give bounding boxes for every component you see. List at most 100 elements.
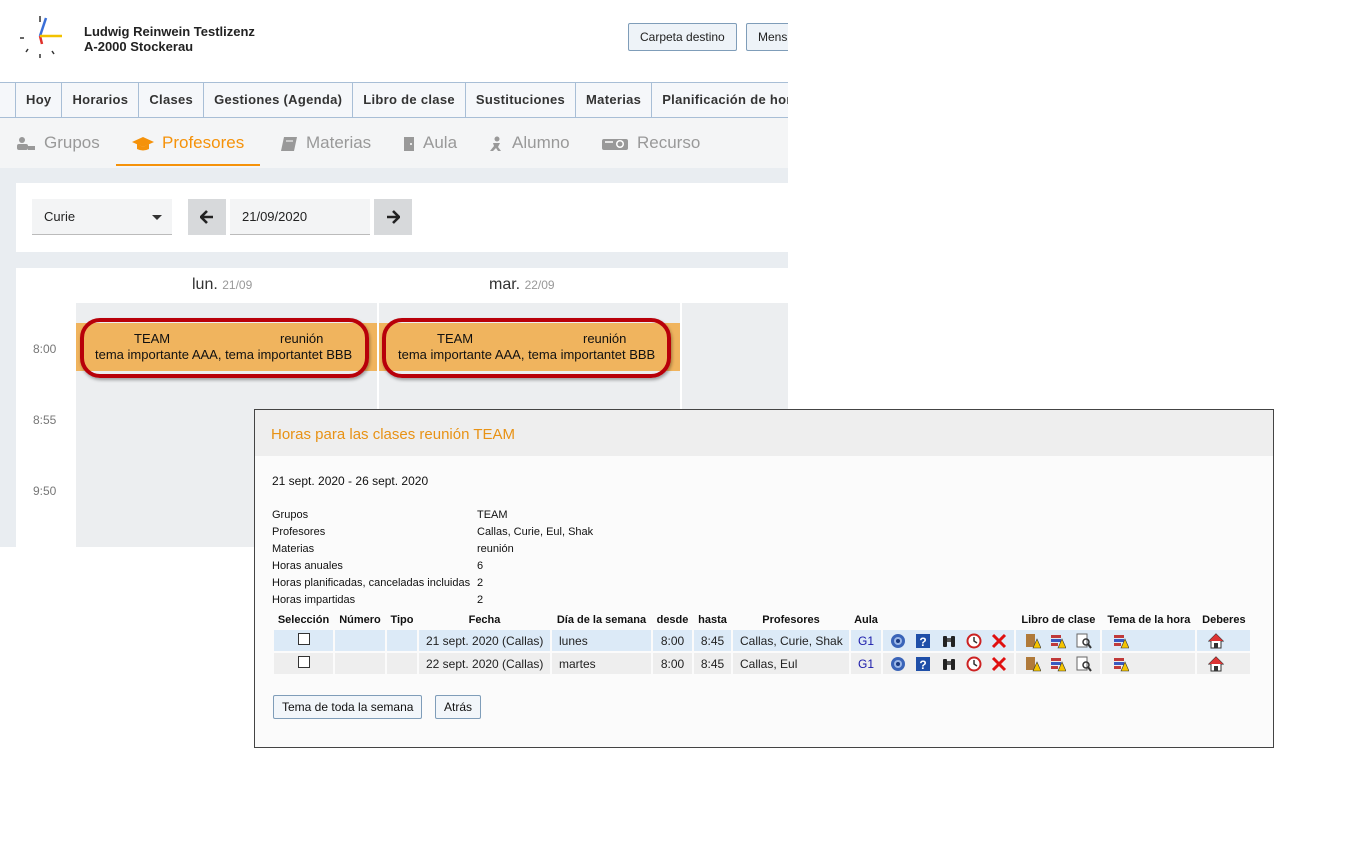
tab-recurso[interactable]: Recurso <box>601 118 700 166</box>
menu-item-planificacion[interactable]: Planificación de hor <box>652 83 788 117</box>
selection-checkbox[interactable] <box>297 633 310 645</box>
week-topic-button[interactable]: Tema de toda la semana <box>273 695 423 719</box>
hour-label: 8:00 <box>33 342 57 356</box>
day-name: lun. <box>192 276 218 293</box>
day-header-monday: lun. 21/09 <box>192 276 252 294</box>
org-address: A-2000 Stockerau <box>84 39 194 54</box>
tab-materias[interactable]: Materias <box>280 118 371 166</box>
history-clock-icon[interactable] <box>966 633 982 649</box>
column-header: Libro de clase <box>1021 614 1096 626</box>
from-cell: 8:00 <box>653 653 692 674</box>
delete-icon[interactable] <box>991 656 1007 672</box>
menu-item-horarios[interactable]: Horarios <box>62 83 140 117</box>
day-header-tuesday: mar. 22/09 <box>489 276 555 294</box>
history-clock-icon[interactable] <box>966 656 982 672</box>
homework-cell <box>1197 653 1251 674</box>
info-label: Horas anuales <box>272 560 343 572</box>
from-cell: 8:00 <box>653 630 692 651</box>
teachers-cell: Callas, Curie, Shak <box>733 630 849 651</box>
main-menu: Hoy Horarios Clases Gestiones (Agenda) Libro… <box>0 82 788 118</box>
tab-aula[interactable]: Aula <box>403 118 457 166</box>
arrow-left-icon <box>200 210 213 224</box>
info-value: reunión <box>477 543 514 555</box>
menu-item-hoy[interactable]: Hoy <box>16 83 63 117</box>
highlight-annotation <box>382 318 671 378</box>
info-label: Horas impartidas <box>272 594 356 606</box>
tab-profesores[interactable]: Profesores <box>116 118 261 166</box>
teacher-select[interactable]: Curie <box>32 199 172 235</box>
teacher-select-value: Curie <box>44 209 76 224</box>
dialog-title: Horas para las clases reunión TEAM <box>271 426 515 443</box>
hours-table: Selección Número Tipo Fecha Día de la se… <box>272 610 1252 676</box>
teachers-cell: Callas, Eul <box>733 653 849 674</box>
school-logo-icon <box>20 16 62 58</box>
previous-week-button[interactable] <box>188 199 226 235</box>
groups-icon <box>17 136 35 150</box>
students-warning-icon[interactable] <box>1050 656 1067 672</box>
svg-text:?: ? <box>920 658 927 672</box>
back-button[interactable]: Atrás <box>435 695 482 719</box>
menu-item-gestiones[interactable]: Gestiones (Agenda) <box>204 83 354 117</box>
menu-item-sustituciones[interactable]: Sustituciones <box>466 83 577 117</box>
homework-house-icon[interactable] <box>1208 655 1225 672</box>
binoculars-icon[interactable] <box>941 633 957 649</box>
lesson-hours-dialog: Horas para las clases reunión TEAM 21 se… <box>254 409 1274 748</box>
target-folder-button[interactable]: Carpeta destino <box>628 23 737 51</box>
tab-grupos[interactable]: Grupos <box>16 118 100 166</box>
column-header: hasta <box>698 614 727 626</box>
day-date: 22/09 <box>524 278 555 292</box>
messages-button[interactable]: Mens <box>746 23 788 51</box>
weekday-cell: martes <box>552 653 651 674</box>
date-range: 21 sept. 2020 - 26 sept. 2020 <box>272 474 429 488</box>
menu-item-clases[interactable]: Clases <box>139 83 205 117</box>
table-header-row: Selección Número Tipo Fecha Día de la se… <box>274 612 1250 628</box>
document-search-icon[interactable] <box>1076 656 1092 672</box>
tab-label: Grupos <box>44 133 100 152</box>
menu-item-libro-de-clase[interactable]: Libro de clase <box>353 83 466 117</box>
info-label: Grupos <box>272 509 309 521</box>
column-header: Profesores <box>762 614 820 626</box>
binoculars-icon[interactable] <box>941 656 957 672</box>
tab-label: Recurso <box>637 133 701 152</box>
timetable-type-tabs: Grupos Profesores Materias Aula Alumno R… <box>0 118 788 168</box>
room-link[interactable]: G1 <box>858 657 874 671</box>
info-value: Callas, Curie, Eul, Shak <box>477 526 594 538</box>
org-name: Ludwig Reinwein Testlizenz <box>84 24 255 39</box>
classbook-icons <box>1016 653 1101 674</box>
selection-checkbox[interactable] <box>297 656 310 668</box>
action-icons: ? <box>883 630 1015 651</box>
date-input[interactable]: 21/09/2020 <box>230 199 370 235</box>
tab-label: Aula <box>423 133 458 152</box>
table-row: 22 sept. 2020 (Callas) martes 8:00 8:45 … <box>274 653 1251 674</box>
menu-item-materias[interactable]: Materias <box>576 83 653 117</box>
svg-text:?: ? <box>920 635 927 649</box>
date-cell: 21 sept. 2020 (Callas) <box>419 630 550 651</box>
info-label: Profesores <box>272 526 326 538</box>
help-icon[interactable]: ? <box>915 656 931 672</box>
homework-cell <box>1197 630 1251 651</box>
classbook-warning-icon[interactable] <box>1025 633 1042 649</box>
homework-house-icon[interactable] <box>1208 632 1225 649</box>
topic-warning-icon[interactable] <box>1113 656 1130 672</box>
chevron-down-icon <box>152 215 162 220</box>
info-icon[interactable] <box>890 656 906 672</box>
help-icon[interactable]: ? <box>915 633 931 649</box>
students-warning-icon[interactable] <box>1050 633 1067 649</box>
document-search-icon[interactable] <box>1076 633 1092 649</box>
delete-icon[interactable] <box>991 633 1007 649</box>
column-header: Deberes <box>1202 614 1246 626</box>
tab-alumno[interactable]: Alumno <box>488 118 570 166</box>
day-date: 21/09 <box>222 278 253 292</box>
column-header: Número <box>339 614 381 626</box>
column-header <box>883 612 1014 628</box>
column-header: Aula <box>854 614 878 626</box>
column-header: Tema de la hora <box>1107 614 1191 626</box>
classbook-warning-icon[interactable] <box>1025 656 1042 672</box>
info-icon[interactable] <box>890 633 906 649</box>
student-icon <box>490 136 501 151</box>
info-label: Materias <box>272 543 315 555</box>
weekday-cell: lunes <box>552 630 651 651</box>
room-link[interactable]: G1 <box>858 634 874 648</box>
topic-warning-icon[interactable] <box>1113 633 1130 649</box>
next-week-button[interactable] <box>374 199 412 235</box>
